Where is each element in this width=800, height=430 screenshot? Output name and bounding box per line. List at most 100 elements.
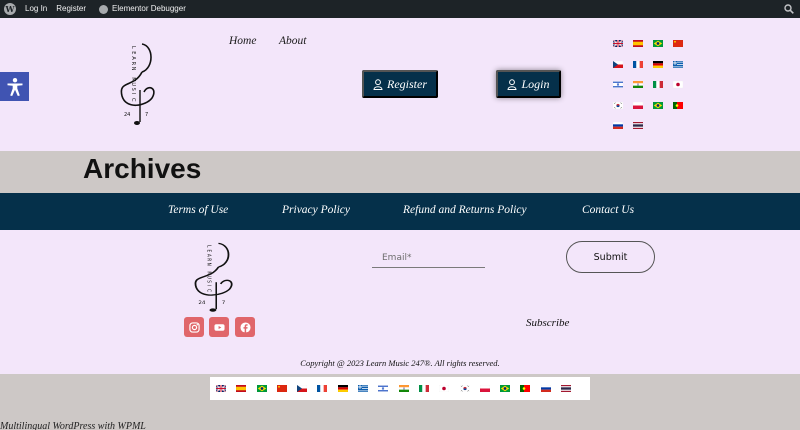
logo-letter: C [130, 98, 136, 102]
register-label: Register [387, 76, 427, 91]
flag-italy-icon[interactable] [418, 385, 429, 392]
flag-italy-icon[interactable] [653, 81, 663, 88]
flag-brazil-icon[interactable] [256, 385, 267, 392]
logo-letter: S [130, 88, 136, 91]
flag-india-icon[interactable] [398, 385, 409, 392]
site-header: LEARN MUS I C 24 7 Home About Register Log… [0, 18, 800, 151]
flag-israel-icon[interactable] [613, 81, 623, 88]
logo-letter: C [205, 289, 212, 292]
language-switcher [613, 40, 693, 129]
nav-home[interactable]: Home [229, 35, 256, 47]
flag-russia-icon[interactable] [613, 122, 623, 129]
logo-letter: N [130, 67, 136, 71]
svg-text:7: 7 [222, 301, 226, 306]
instagram-icon [188, 321, 200, 333]
user-icon [373, 78, 383, 90]
flag-germany-icon[interactable] [337, 385, 348, 392]
svg-text:24: 24 [124, 112, 130, 118]
flag-brazil-icon[interactable] [653, 101, 663, 109]
copyright-text: Copyright @ 2023 Learn Music 247®. All r… [300, 358, 500, 368]
flag-uk-icon[interactable] [216, 385, 226, 392]
elementor-debugger-link[interactable]: Elementor Debugger [112, 0, 186, 18]
accessibility-button[interactable] [0, 72, 29, 101]
admin-register-link[interactable]: Register [56, 0, 86, 18]
logo-letter: U [130, 82, 136, 86]
footer-link-privacy[interactable]: Privacy Policy [282, 204, 350, 216]
logo-letter: N [205, 263, 212, 266]
footer-language-switcher [210, 377, 590, 400]
subscribe-label: Subscribe [526, 317, 570, 329]
site-logo[interactable]: LEARN MUS I C 24 7 [112, 40, 164, 130]
debugger-icon [99, 4, 109, 14]
flag-japan-icon[interactable] [673, 81, 683, 88]
flag-china-icon[interactable] [673, 40, 683, 47]
youtube-icon [213, 323, 225, 331]
logo-letter: A [130, 56, 136, 60]
facebook-link[interactable] [235, 317, 255, 337]
flag-japan-icon[interactable] [439, 385, 450, 392]
flag-france-icon[interactable] [317, 385, 328, 392]
user-icon [507, 78, 517, 90]
footer-link-contact[interactable]: Contact Us [582, 204, 634, 216]
flag-korea-icon[interactable] [459, 385, 470, 392]
flag-poland-icon[interactable] [479, 385, 490, 392]
logo-graphic: LEARN MUS I C 24 7 [194, 242, 233, 312]
flag-thailand-icon[interactable] [633, 122, 643, 129]
flag-thailand-icon[interactable] [561, 385, 572, 392]
search-icon[interactable] [784, 4, 794, 14]
login-button[interactable]: Login [496, 70, 561, 98]
flag-france-icon[interactable] [633, 60, 643, 68]
flag-germany-icon[interactable] [653, 60, 663, 68]
flag-poland-icon[interactable] [633, 101, 643, 109]
flag-korea-icon[interactable] [613, 101, 623, 109]
footer-link-refund[interactable]: Refund and Returns Policy [403, 204, 527, 216]
submit-button[interactable]: Submit [566, 241, 655, 273]
flag-uk-icon[interactable] [613, 40, 623, 47]
flag-russia-icon[interactable] [540, 385, 551, 392]
flag-israel-icon[interactable] [378, 385, 389, 392]
facebook-icon [239, 321, 251, 333]
site-footer: LEARN MUS I C 24 7 Submit Subscribe Copyri… [0, 230, 800, 374]
flag-czech-icon[interactable] [613, 60, 623, 68]
logo-letter: M [130, 77, 136, 81]
nav-about[interactable]: About [279, 35, 306, 47]
footer-menu: Terms of Use Privacy Policy Refund and R… [0, 193, 800, 230]
logo-letter: L [205, 245, 212, 248]
wpml-credit[interactable]: Multilingual WordPress with WPML [0, 421, 146, 430]
flag-india-icon[interactable] [633, 81, 643, 88]
logo-letter: S [205, 280, 212, 283]
flag-greece-icon[interactable] [358, 385, 369, 392]
logo-letter: U [205, 276, 212, 279]
flag-brazil-icon[interactable] [653, 40, 663, 47]
flag-spain-icon[interactable] [236, 385, 247, 392]
register-button[interactable]: Register [362, 70, 438, 98]
flag-czech-icon[interactable] [297, 385, 308, 392]
logo-letter: L [130, 46, 136, 49]
logo-letter: I [205, 285, 212, 286]
logo-graphic: LEARN MUS I C 24 7 [120, 43, 155, 125]
footer-link-terms[interactable]: Terms of Use [168, 204, 228, 216]
language-footer: Multilingual WordPress with WPML [0, 374, 800, 430]
admin-bar: W Log In Register Elementor Debugger [0, 0, 800, 18]
flag-portugal-icon[interactable] [520, 385, 531, 392]
wordpress-logo-icon[interactable]: W [4, 3, 16, 15]
logo-letter: E [130, 51, 136, 54]
flag-greece-icon[interactable] [673, 60, 683, 68]
footer-logo[interactable]: LEARN MUS I C 24 7 [185, 240, 243, 316]
logo-letter: E [205, 249, 212, 252]
logo-letter: R [205, 258, 212, 261]
flag-china-icon[interactable] [276, 385, 287, 392]
flag-spain-icon[interactable] [633, 40, 643, 47]
logo-letter: A [205, 254, 212, 257]
email-input[interactable] [372, 248, 485, 268]
accessibility-icon [7, 77, 22, 96]
svg-text:24: 24 [198, 301, 205, 306]
archive-header-band: Archives [0, 151, 800, 193]
admin-login-link[interactable]: Log In [25, 0, 47, 18]
flag-brazil-icon[interactable] [500, 385, 511, 392]
login-label: Login [521, 76, 550, 91]
flag-portugal-icon[interactable] [673, 101, 683, 109]
youtube-link[interactable] [209, 317, 229, 337]
instagram-link[interactable] [184, 317, 204, 337]
svg-text:7: 7 [145, 112, 148, 118]
